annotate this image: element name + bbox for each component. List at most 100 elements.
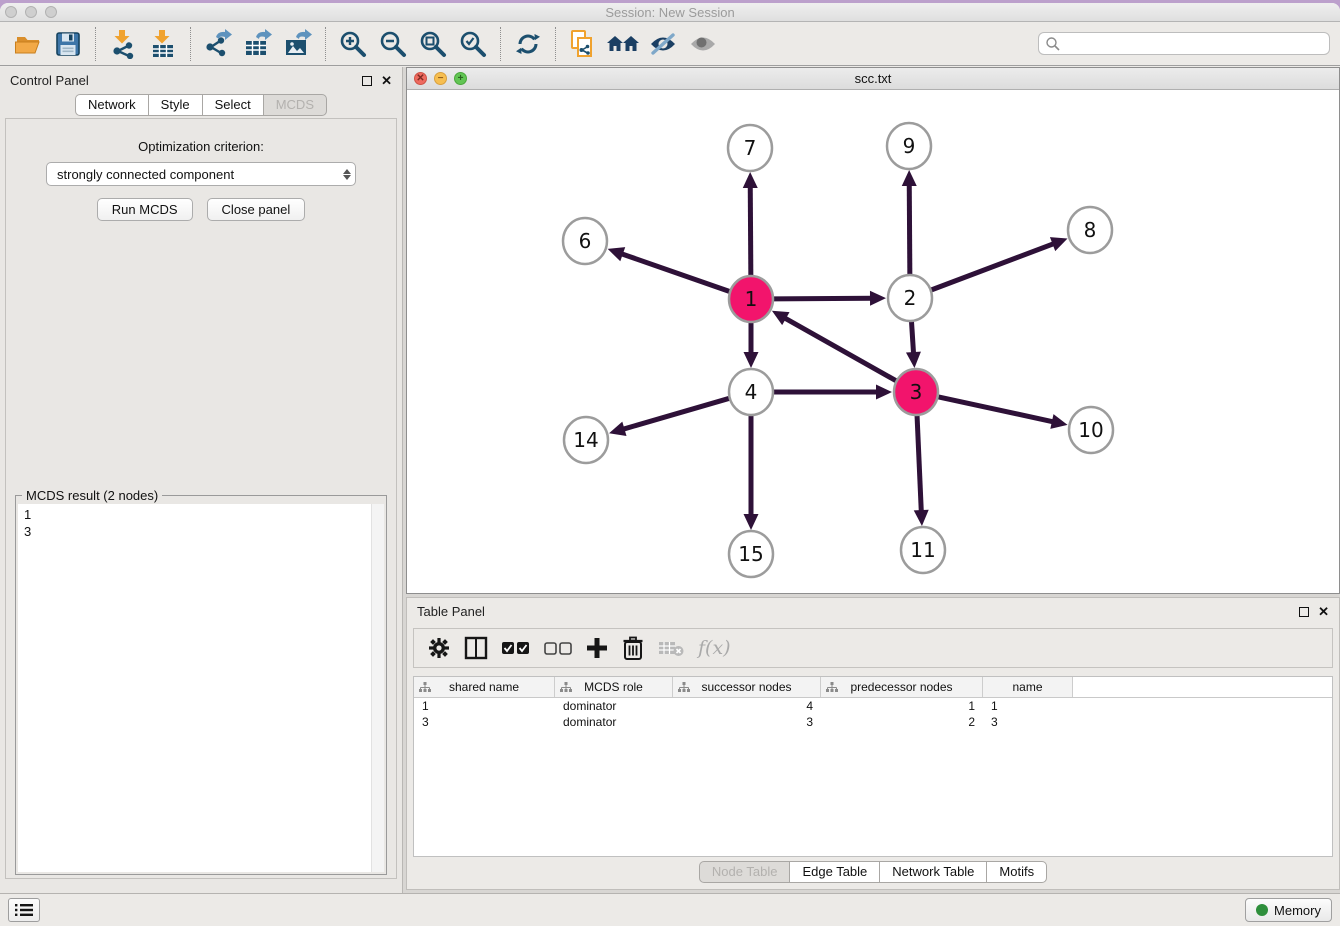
edge-1-7[interactable] <box>750 185 751 276</box>
zoom-in-icon[interactable] <box>333 25 373 63</box>
table-cell[interactable]: 3 <box>673 714 821 730</box>
edge-2-8[interactable] <box>932 243 1056 290</box>
copy-style-icon[interactable] <box>563 25 603 63</box>
split-column-icon[interactable] <box>464 633 488 663</box>
node-label: 4 <box>745 380 758 404</box>
graph-node-6[interactable]: 6 <box>563 218 607 264</box>
table-cell[interactable]: 1 <box>983 698 1073 714</box>
zoom-fit-icon[interactable] <box>413 25 453 63</box>
home-layout-icon[interactable] <box>603 25 643 63</box>
function-builder-icon: f(x) <box>698 633 731 663</box>
table-row[interactable]: 3dominator323 <box>414 714 1332 730</box>
maximize-window-button[interactable] <box>45 6 57 18</box>
float-table-panel-icon[interactable] <box>1299 607 1309 617</box>
close-table-panel-icon[interactable]: ✕ <box>1318 607 1329 617</box>
edge-arrowhead <box>876 385 892 400</box>
table-cell[interactable]: 1 <box>821 698 983 714</box>
graph-node-9[interactable]: 9 <box>887 123 931 169</box>
run-mcds-button[interactable]: Run MCDS <box>97 198 193 221</box>
workspace: Control Panel ✕ NetworkStyleSelectMCDS O… <box>0 67 1340 893</box>
table-row[interactable]: 1dominator411 <box>414 698 1332 714</box>
tab-select[interactable]: Select <box>202 94 263 116</box>
graph-node-4[interactable]: 4 <box>729 369 773 415</box>
tab-network[interactable]: Network <box>75 94 148 116</box>
edge-arrowhead <box>870 291 886 306</box>
network-canvas[interactable]: 1 2 3 4 6 7 8 9 10 11 14 15 <box>407 90 1339 593</box>
network-close-button[interactable]: ✕ <box>414 72 427 85</box>
close-panel-button[interactable]: Close panel <box>207 198 306 221</box>
add-column-icon[interactable] <box>586 633 608 663</box>
zoom-selected-icon[interactable] <box>453 25 493 63</box>
column-header-predecessor-nodes[interactable]: predecessor nodes <box>821 677 983 697</box>
graph-node-14[interactable]: 14 <box>564 417 608 463</box>
hide-panel-eye-icon[interactable] <box>643 25 683 63</box>
tab-mcds[interactable]: MCDS <box>263 94 327 116</box>
edge-3-11[interactable] <box>917 415 921 513</box>
network-maximize-button[interactable]: + <box>454 72 467 85</box>
node-label: 9 <box>903 134 916 158</box>
graph-node-11[interactable]: 11 <box>901 527 945 573</box>
table-settings-gear-icon[interactable] <box>428 633 450 663</box>
table-cell[interactable]: dominator <box>555 698 673 714</box>
edge-4-14[interactable] <box>622 398 729 429</box>
table-cell[interactable]: 3 <box>414 714 555 730</box>
edge-arrowhead <box>914 510 929 526</box>
table-panel-tabs: Node TableEdge TableNetwork TableMotifs <box>407 861 1339 883</box>
edge-2-3[interactable] <box>911 321 913 355</box>
table-cell[interactable]: 3 <box>983 714 1073 730</box>
search-input[interactable] <box>1061 35 1329 53</box>
task-history-button[interactable] <box>8 898 40 922</box>
edge-3-1[interactable] <box>783 317 896 381</box>
minimize-window-button[interactable] <box>25 6 37 18</box>
deselect-all-columns-icon[interactable] <box>544 633 572 663</box>
select-all-columns-icon[interactable] <box>502 633 530 663</box>
table-tab-node-table[interactable]: Node Table <box>699 861 790 883</box>
node-label: 11 <box>910 538 935 562</box>
edge-arrowhead <box>1050 414 1067 429</box>
table-cell[interactable]: 1 <box>414 698 555 714</box>
refresh-layout-icon[interactable] <box>508 25 548 63</box>
column-header-MCDS-role[interactable]: MCDS role <box>555 677 673 697</box>
export-network-icon[interactable] <box>198 25 238 63</box>
graph-node-1[interactable]: 1 <box>729 276 773 322</box>
edge-2-9[interactable] <box>909 183 910 275</box>
edge-1-6[interactable] <box>620 253 729 291</box>
memory-button[interactable]: Memory <box>1245 898 1332 922</box>
criterion-dropdown[interactable]: strongly connected component <box>46 162 356 186</box>
tab-style[interactable]: Style <box>148 94 202 116</box>
float-panel-icon[interactable] <box>362 76 372 86</box>
column-header-name[interactable]: name <box>983 677 1073 697</box>
column-header-successor-nodes[interactable]: successor nodes <box>673 677 821 697</box>
graph-node-8[interactable]: 8 <box>1068 207 1112 253</box>
import-table-icon[interactable] <box>143 25 183 63</box>
graph-node-10[interactable]: 10 <box>1069 407 1113 453</box>
graph-node-7[interactable]: 7 <box>728 125 772 171</box>
table-tab-network-table[interactable]: Network Table <box>879 861 986 883</box>
table-cell[interactable]: 2 <box>821 714 983 730</box>
graph-node-15[interactable]: 15 <box>729 531 773 577</box>
save-session-icon[interactable] <box>48 25 88 63</box>
column-header-shared-name[interactable]: shared name <box>414 677 555 697</box>
edge-arrowhead <box>906 352 921 368</box>
zoom-out-icon[interactable] <box>373 25 413 63</box>
network-minimize-button[interactable]: − <box>434 72 447 85</box>
open-folder-icon[interactable] <box>8 25 48 63</box>
edge-1-2[interactable] <box>774 298 873 299</box>
graph-node-2[interactable]: 2 <box>888 275 932 321</box>
import-network-icon[interactable] <box>103 25 143 63</box>
result-scrollbar[interactable] <box>371 504 384 872</box>
mcds-result-box: MCDS result (2 nodes) 1 3 <box>15 495 387 875</box>
close-window-button[interactable] <box>5 6 17 18</box>
close-panel-icon[interactable]: ✕ <box>381 76 392 86</box>
export-image-icon[interactable] <box>278 25 318 63</box>
table-cell[interactable]: 4 <box>673 698 821 714</box>
export-table-icon[interactable] <box>238 25 278 63</box>
edge-3-10[interactable] <box>938 397 1054 422</box>
table-tab-motifs[interactable]: Motifs <box>986 861 1047 883</box>
table-cell[interactable]: dominator <box>555 714 673 730</box>
graph-node-3[interactable]: 3 <box>894 369 938 415</box>
delete-column-trash-icon[interactable] <box>622 633 644 663</box>
table-tab-edge-table[interactable]: Edge Table <box>789 861 879 883</box>
search-field[interactable] <box>1038 32 1330 55</box>
show-panel-eye-icon[interactable] <box>683 25 723 63</box>
